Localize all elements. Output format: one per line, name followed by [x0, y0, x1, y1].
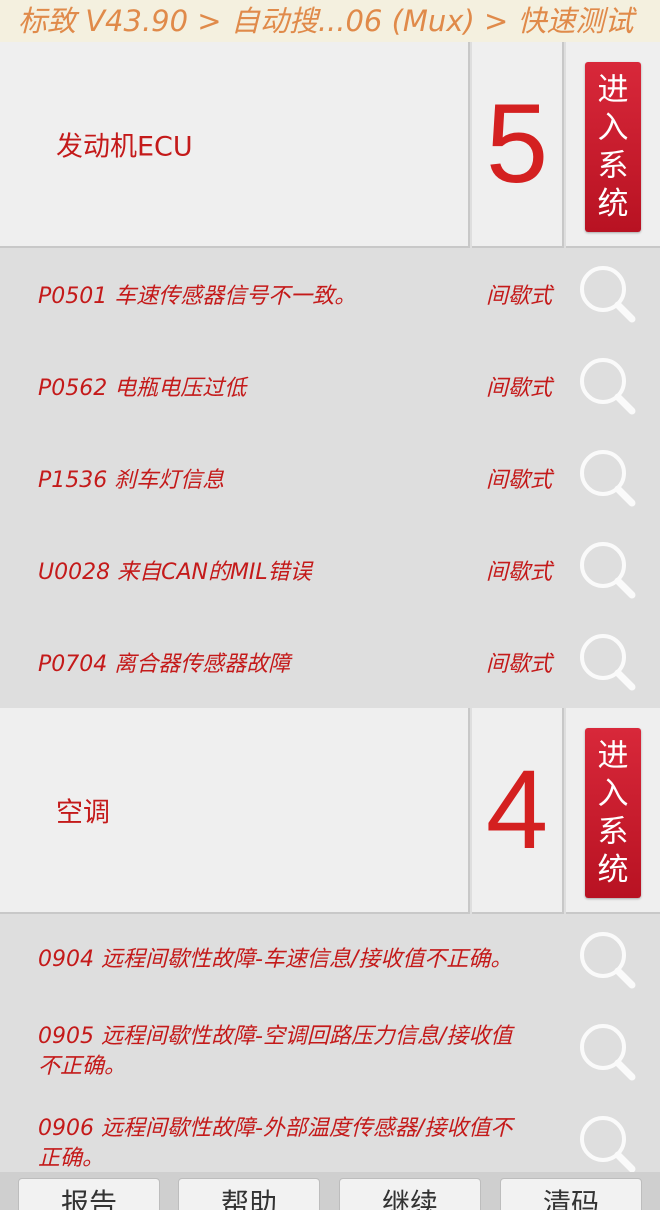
clear-codes-button[interactable]: 清码: [500, 1178, 642, 1210]
fault-row: U0028 来自CAN的MIL错误 间歇式: [0, 524, 660, 616]
fault-row: P0562 电瓶电压过低 间歇式: [0, 340, 660, 432]
enter-label-char: 入: [597, 110, 629, 146]
system-name-cell: 空调: [0, 708, 470, 914]
fault-row: P1536 刹车灯信息 间歇式: [0, 432, 660, 524]
enter-label-char: 进: [597, 738, 629, 774]
fault-row: P0501 车速传感器信号不一致。 间歇式: [0, 248, 660, 340]
enter-system-cell: 进 入 系 统: [566, 708, 660, 914]
search-icon[interactable]: [576, 1020, 638, 1084]
fault-row: 0905 远程间歇性故障-空调回路压力信息/接收值不正确。: [0, 1006, 660, 1098]
report-button[interactable]: 报告: [18, 1178, 160, 1210]
breadcrumb: 标致 V43.90 > 自动搜...06 (Mux) > 快速测试: [0, 0, 660, 42]
search-icon[interactable]: [576, 538, 638, 602]
enter-label-char: 系: [597, 814, 629, 850]
enter-system-button[interactable]: 进 入 系 统: [585, 728, 641, 898]
fault-row: P0704 离合器传感器故障 间歇式: [0, 616, 660, 708]
fault-status: 间歇式: [486, 560, 553, 585]
enter-label-char: 统: [597, 186, 629, 222]
fault-row: 0904 远程间歇性故障-车速信息/接收值不正确。: [0, 914, 660, 1006]
search-icon[interactable]: [576, 928, 638, 992]
fault-description: 0905 远程间歇性故障-空调回路压力信息/接收值不正确。: [38, 1024, 513, 1079]
fault-status: 间歇式: [486, 376, 553, 401]
search-icon[interactable]: [576, 630, 638, 694]
fault-count-cell: 5: [472, 42, 564, 248]
continue-button[interactable]: 继续: [339, 1178, 481, 1210]
system-name: 发动机ECU: [56, 131, 193, 163]
fault-description: P0501 车速传感器信号不一致。: [38, 284, 357, 309]
fault-count: 4: [485, 747, 549, 872]
enter-system-cell: 进 入 系 统: [566, 42, 660, 248]
fault-description: 0904 远程间歇性故障-车速信息/接收值不正确。: [38, 947, 513, 972]
system-name: 空调: [56, 797, 110, 829]
search-icon[interactable]: [576, 446, 638, 510]
enter-label-char: 统: [597, 852, 629, 888]
enter-label-char: 入: [597, 776, 629, 812]
help-button[interactable]: 帮助: [178, 1178, 320, 1210]
fault-description: U0028 来自CAN的MIL错误: [38, 560, 312, 585]
fault-row: 0906 远程间歇性故障-外部温度传感器/接收值不正确。: [0, 1098, 660, 1172]
system-name-cell: 发动机ECU: [0, 42, 470, 248]
bottom-toolbar: 报告 帮助 继续 清码: [0, 1172, 660, 1210]
enter-label-char: 进: [597, 72, 629, 108]
fault-description: 0906 远程间歇性故障-外部温度传感器/接收值不正确。: [38, 1116, 513, 1171]
fault-list-air-conditioning: 0904 远程间歇性故障-车速信息/接收值不正确。 0905 远程间歇性故障-空…: [0, 914, 660, 1172]
system-header-air-conditioning: 空调 4 进 入 系 统: [0, 708, 660, 914]
fault-count-cell: 4: [472, 708, 564, 914]
enter-system-button[interactable]: 进 入 系 统: [585, 62, 641, 232]
fault-status: 间歇式: [486, 284, 553, 309]
fault-count: 5: [485, 81, 549, 206]
fault-list-engine-ecu: P0501 车速传感器信号不一致。 间歇式 P0562 电瓶电压过低 间歇式 P…: [0, 248, 660, 708]
fault-status: 间歇式: [486, 652, 553, 677]
system-list[interactable]: 发动机ECU 5 进 入 系 统 P0501 车速传感器信号不一致。 间歇式 P…: [0, 42, 660, 1172]
fault-description: P0562 电瓶电压过低: [38, 376, 247, 401]
search-icon[interactable]: [576, 354, 638, 418]
fault-description: P0704 离合器传感器故障: [38, 652, 291, 677]
system-header-engine-ecu: 发动机ECU 5 进 入 系 统: [0, 42, 660, 248]
search-icon[interactable]: [576, 1112, 638, 1172]
enter-label-char: 系: [597, 148, 629, 184]
search-icon[interactable]: [576, 262, 638, 326]
fault-description: P1536 刹车灯信息: [38, 468, 225, 493]
fault-status: 间歇式: [486, 468, 553, 493]
